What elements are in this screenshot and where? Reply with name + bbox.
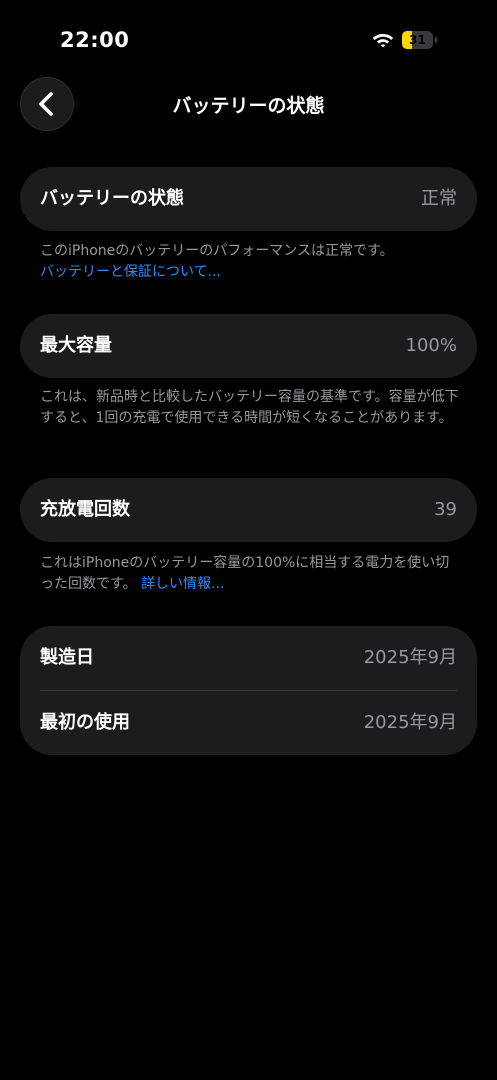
more-info-link[interactable]: 詳しい情報... bbox=[141, 576, 224, 592]
battery-cap bbox=[435, 37, 437, 43]
wifi-icon bbox=[372, 34, 394, 48]
page-title: バッテリーの状態 bbox=[172, 95, 325, 117]
battery-icon: 31 bbox=[402, 31, 438, 49]
cycle-count-value: 39 bbox=[434, 499, 457, 520]
battery-health-description: このiPhoneのバッテリーのパフォーマンスは正常です。 bbox=[40, 243, 394, 259]
max-capacity-label: 最大容量 bbox=[40, 335, 112, 356]
manufacture-date-value: 2025年9月 bbox=[363, 647, 457, 668]
max-capacity-row: 最大容量 100% bbox=[40, 314, 457, 378]
first-use-row: 最初の使用 2025年9月 bbox=[40, 691, 457, 755]
cycle-count-description: これはiPhoneのバッテリー容量の100%に相当する電力を使い切った回数です。 bbox=[40, 555, 450, 592]
first-use-label: 最初の使用 bbox=[40, 712, 130, 733]
cycle-count-label: 充放電回数 bbox=[40, 499, 130, 520]
max-capacity-card: 最大容量 100% bbox=[20, 314, 477, 378]
max-capacity-value: 100% bbox=[405, 335, 457, 356]
status-time: 22:00 bbox=[60, 28, 130, 52]
battery-warranty-link[interactable]: バッテリーと保証について... bbox=[40, 264, 221, 280]
cycle-count-card: 充放電回数 39 bbox=[20, 478, 477, 542]
manufacture-date-label: 製造日 bbox=[40, 647, 94, 668]
dates-card: 製造日 2025年9月 最初の使用 2025年9月 bbox=[20, 626, 477, 755]
cycle-count-footnote: これはiPhoneのバッテリー容量の100%に相当する電力を使い切った回数です。… bbox=[40, 553, 460, 595]
battery-health-footnote: このiPhoneのバッテリーのパフォーマンスは正常です。 バッテリーと保証につい… bbox=[40, 241, 460, 283]
battery-level: 31 bbox=[409, 33, 426, 47]
manufacture-date-row: 製造日 2025年9月 bbox=[40, 626, 457, 690]
cycle-count-row: 充放電回数 39 bbox=[40, 478, 457, 542]
battery-health-value: 正常 bbox=[421, 188, 457, 209]
battery-health-row: バッテリーの状態 正常 bbox=[40, 167, 457, 231]
first-use-value: 2025年9月 bbox=[363, 712, 457, 733]
battery-health-label: バッテリーの状態 bbox=[40, 188, 184, 209]
max-capacity-footnote: これは、新品時と比較したバッテリー容量の基準です。容量が低下すると、1回の充電で… bbox=[40, 389, 459, 426]
battery-health-card: バッテリーの状態 正常 bbox=[20, 167, 477, 231]
status-bar: 22:00 31 bbox=[0, 0, 497, 80]
